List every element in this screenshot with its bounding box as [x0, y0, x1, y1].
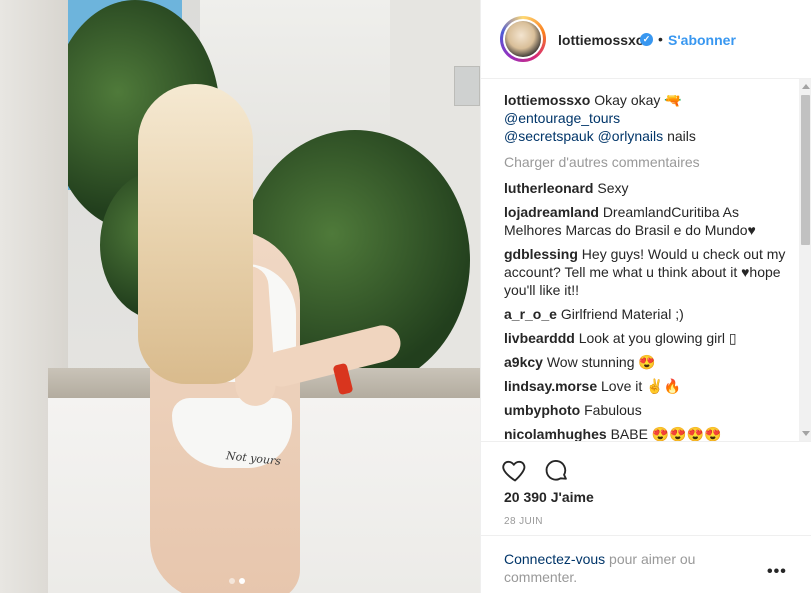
comment-username[interactable]: lojadreamland: [504, 204, 599, 220]
caption-mention[interactable]: @orlynails: [598, 128, 664, 144]
comment-username[interactable]: a9kcy: [504, 354, 543, 370]
comment-item: umbyphoto Fabulous: [504, 401, 794, 419]
comment-item: lutherleonard Sexy: [504, 179, 794, 197]
photo-window: [454, 66, 480, 106]
load-more-comments-button[interactable]: Charger d'autres commentaires: [504, 153, 794, 171]
comment-text: Fabulous: [584, 402, 642, 418]
comment-text: Girlfriend Material ;): [560, 306, 684, 322]
comment-text: Sexy: [597, 180, 629, 196]
comments-area[interactable]: lottiemossxo Okay okay 🔫 @entourage_tour…: [481, 79, 811, 441]
comment-text: Wow stunning 😍: [546, 354, 656, 370]
comment-text: Love it ✌🔥: [601, 378, 682, 394]
comment-username[interactable]: a_r_o_e: [504, 306, 557, 322]
comment-text: BABE 😍😍😍😍: [610, 426, 722, 441]
carousel-dot[interactable]: [229, 578, 235, 584]
carousel-indicator: [229, 578, 245, 584]
comment-username[interactable]: livbearddd: [504, 330, 575, 346]
comment-username[interactable]: nicolamhughes: [504, 426, 607, 441]
follow-button[interactable]: S'abonner: [668, 32, 736, 48]
heart-icon[interactable]: [501, 456, 529, 484]
comment-icon[interactable]: [542, 456, 570, 484]
login-link[interactable]: Connectez-vous: [504, 551, 605, 567]
avatar-story-ring[interactable]: [500, 16, 546, 62]
comment-username[interactable]: umbyphoto: [504, 402, 580, 418]
post-header: lottiemossxo ✓ • S'abonner: [481, 0, 811, 79]
comments-list: lottiemossxo Okay okay 🔫 @entourage_tour…: [504, 91, 794, 441]
caption-text-end: nails: [667, 128, 696, 144]
post-side-panel: lottiemossxo ✓ • S'abonner lottiemossxo …: [480, 0, 811, 593]
scroll-up-arrow-icon[interactable]: [802, 84, 810, 89]
comment-item: nicolamhughes BABE 😍😍😍😍: [504, 425, 794, 441]
header-username[interactable]: lottiemossxo: [558, 32, 644, 48]
comment-username[interactable]: lutherleonard: [504, 180, 593, 196]
post-viewer: Not yours lottiemossxo ✓ • S'abonner lot…: [0, 0, 811, 593]
carousel-dot-active[interactable]: [239, 578, 245, 584]
header-separator: •: [658, 31, 663, 47]
more-options-icon[interactable]: •••: [767, 563, 787, 581]
verified-badge-icon: ✓: [640, 33, 653, 46]
comment-item: a_r_o_e Girlfriend Material ;): [504, 305, 794, 323]
comment-item: a9kcy Wow stunning 😍: [504, 353, 794, 371]
likes-count[interactable]: 20 390 J'aime: [504, 489, 594, 505]
post-date: 28 JUIN: [504, 516, 543, 527]
comments-scrollbar[interactable]: [799, 79, 811, 441]
login-prompt-text: Connectez-vous pour aimer ou commenter.: [504, 550, 734, 586]
comment-text: Look at you glowing girl ▯: [578, 330, 737, 346]
scrollbar-thumb[interactable]: [801, 95, 810, 245]
login-prompt: Connectez-vous pour aimer ou commenter. …: [481, 535, 811, 593]
caption-username[interactable]: lottiemossxo: [504, 92, 590, 108]
comment-username[interactable]: lindsay.morse: [504, 378, 597, 394]
photo-hair: [138, 84, 253, 384]
caption-mention[interactable]: @entourage_tours: [504, 110, 620, 126]
caption: lottiemossxo Okay okay 🔫 @entourage_tour…: [504, 91, 794, 145]
comment-item: livbearddd Look at you glowing girl ▯: [504, 329, 794, 347]
avatar-image: [505, 21, 541, 57]
comment-username[interactable]: gdblessing: [504, 246, 578, 262]
comment-item: gdblessing Hey guys! Would u check out m…: [504, 245, 794, 299]
comment-item: lojadreamland DreamlandCuritiba As Melho…: [504, 203, 794, 239]
caption-text: Okay okay 🔫: [594, 92, 682, 108]
post-photo[interactable]: Not yours: [0, 0, 480, 593]
caption-mention[interactable]: @secretspauk: [504, 128, 594, 144]
avatar[interactable]: [503, 19, 543, 59]
comment-item: lindsay.morse Love it ✌🔥: [504, 377, 794, 395]
scroll-down-arrow-icon[interactable]: [802, 431, 810, 436]
